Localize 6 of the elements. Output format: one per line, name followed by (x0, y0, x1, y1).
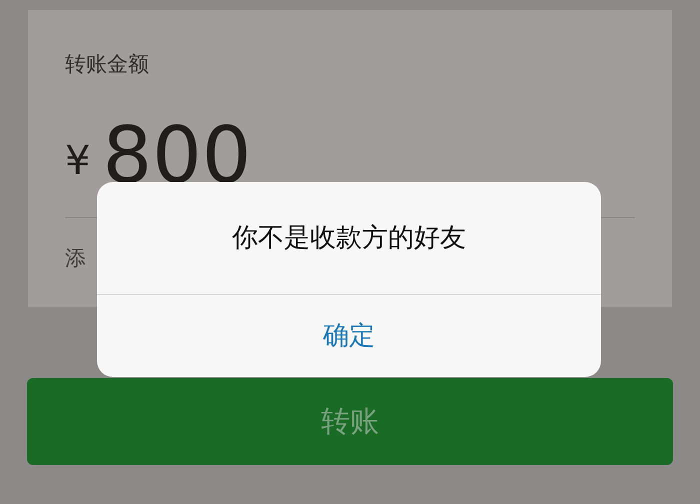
amount-value: 800 (102, 117, 252, 195)
add-note-link[interactable]: 添 (65, 248, 86, 269)
currency-symbol: ¥ (65, 141, 90, 181)
amount-label: 转账金额 (65, 54, 149, 75)
dialog-message: 你不是收款方的好友 (232, 222, 466, 254)
confirm-button[interactable]: 确定 (97, 295, 601, 377)
